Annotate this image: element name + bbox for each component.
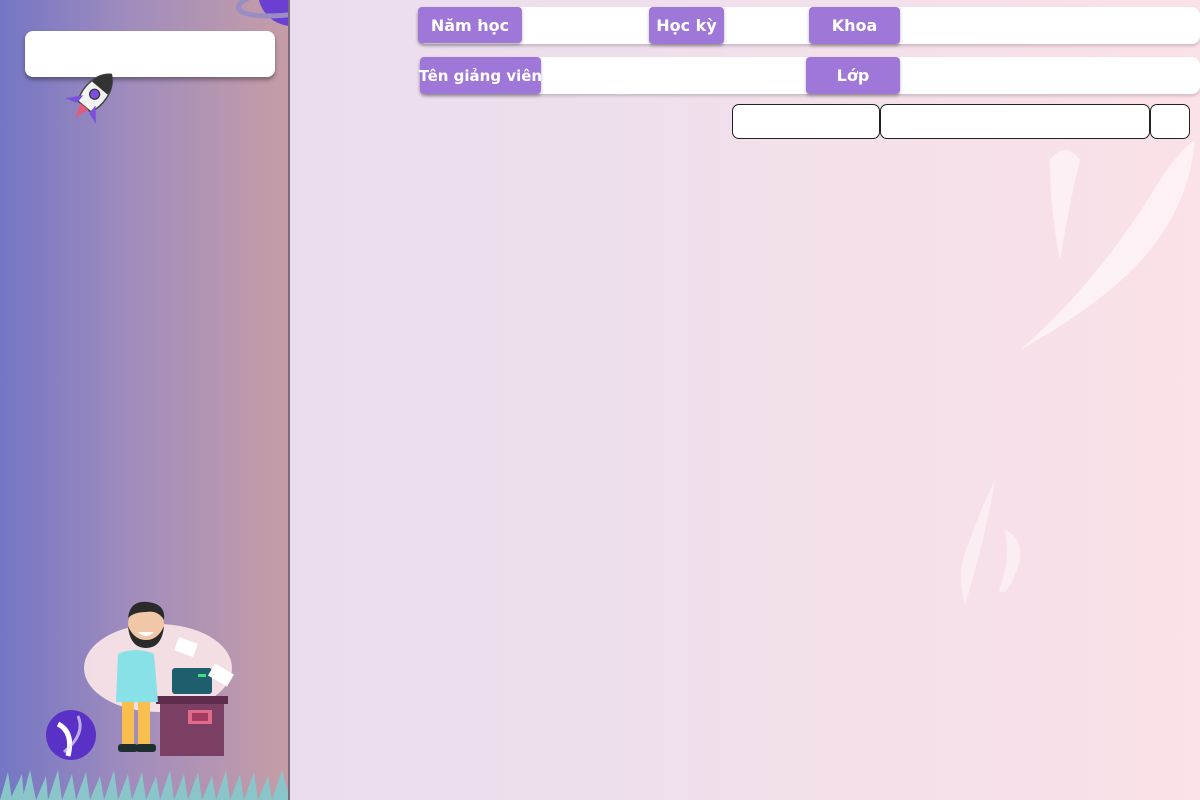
semester-input[interactable] (726, 9, 806, 42)
lecturer-name-input[interactable] (543, 59, 803, 92)
action-box-3[interactable] (1150, 104, 1190, 139)
semester-label-button[interactable]: Học kỳ (649, 7, 724, 44)
person-at-computer-illustration (84, 601, 235, 756)
sidebar (0, 0, 290, 800)
faculty-input[interactable] (902, 9, 1192, 42)
feather-decoration-bottom (961, 480, 1021, 605)
action-box-1[interactable] (732, 104, 880, 139)
class-input[interactable] (902, 59, 1192, 92)
lecturer-name-label-button[interactable]: Tên giảng viên (419, 57, 542, 94)
class-label-button[interactable]: Lớp (806, 57, 900, 94)
action-box-2[interactable] (880, 104, 1150, 139)
planet-icon (236, 0, 288, 26)
school-year-label-button[interactable]: Năm học (418, 7, 522, 43)
ball-icon (46, 710, 96, 760)
feather-decoration-top (1020, 140, 1195, 350)
faculty-label-button[interactable]: Khoa (809, 7, 900, 44)
rocket-icon (65, 73, 113, 124)
school-year-input[interactable] (524, 9, 646, 42)
grass-decoration (0, 770, 288, 800)
